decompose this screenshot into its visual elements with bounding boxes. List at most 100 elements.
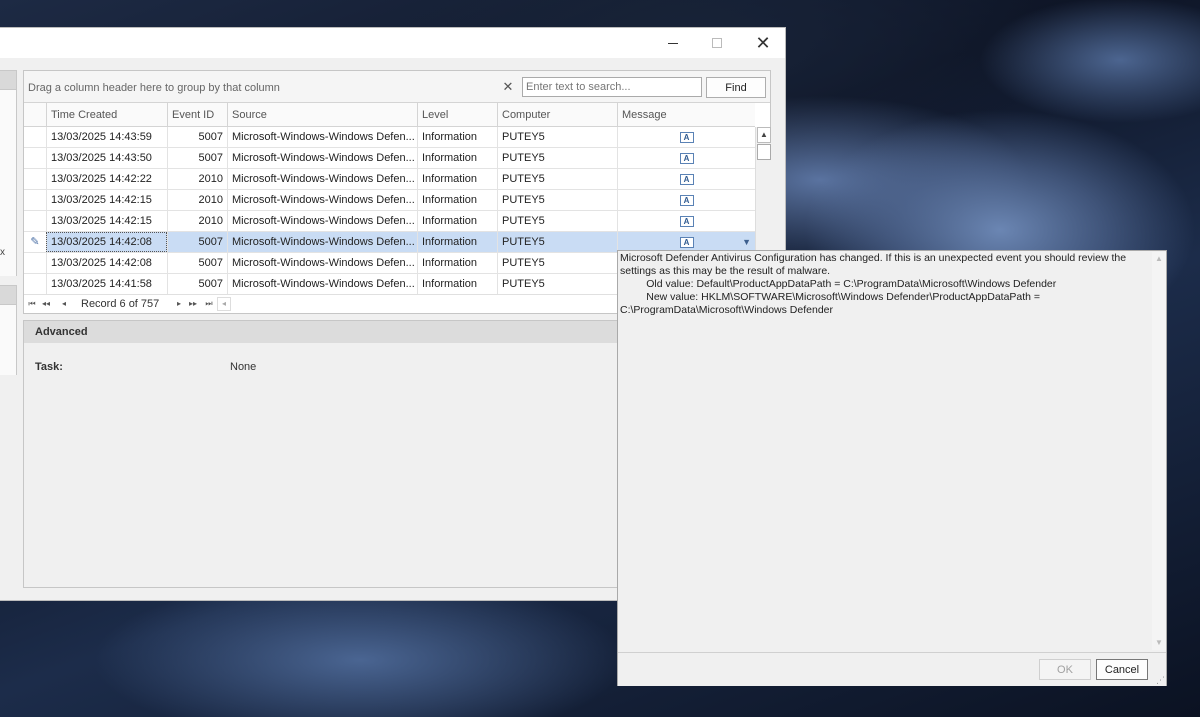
previous-page-icon[interactable]: ◂◂	[40, 297, 52, 311]
left-panel-header-2[interactable]	[0, 285, 17, 305]
cell-time-created[interactable]: 13/03/2025 14:42:22	[46, 169, 167, 189]
cell-event-id[interactable]: 5007	[167, 127, 227, 147]
cell-level[interactable]: Information	[417, 169, 497, 189]
message-scrollbar[interactable]: ▲ ▼	[1152, 252, 1166, 650]
message-text-icon[interactable]: A	[679, 131, 694, 143]
row-indicator[interactable]: ✎	[24, 232, 46, 252]
table-row[interactable]: 13/03/2025 14:43:50 5007 Microsoft-Windows…	[24, 148, 755, 169]
cell-message[interactable]: A	[617, 190, 755, 210]
cell-message[interactable]: A	[617, 127, 755, 147]
cell-time-created[interactable]: 13/03/2025 14:41:58	[46, 274, 167, 294]
cell-computer[interactable]: PUTEY5	[497, 232, 617, 252]
row-indicator[interactable]	[24, 253, 46, 273]
cell-event-id[interactable]: 2010	[167, 190, 227, 210]
row-indicator[interactable]	[24, 211, 46, 231]
message-text-icon[interactable]: A	[679, 173, 694, 185]
first-record-icon[interactable]: ⏮	[26, 297, 38, 311]
row-indicator[interactable]	[24, 148, 46, 168]
message-text-icon[interactable]: A	[679, 194, 694, 206]
row-indicator[interactable]	[24, 274, 46, 294]
message-text-icon[interactable]: A	[679, 152, 694, 164]
cell-computer[interactable]: PUTEY5	[497, 148, 617, 168]
cell-event-id[interactable]: 5007	[167, 232, 227, 252]
cell-source[interactable]: Microsoft-Windows-Windows Defen...	[227, 148, 417, 168]
column-header-message[interactable]: Message	[617, 103, 755, 127]
cell-level[interactable]: Information	[417, 148, 497, 168]
scroll-thumb[interactable]	[757, 144, 771, 160]
cell-time-created[interactable]: 13/03/2025 14:43:59	[46, 127, 167, 147]
table-row[interactable]: 13/03/2025 14:42:22 2010 Microsoft-Windows…	[24, 169, 755, 190]
cell-time-created[interactable]: 13/03/2025 14:43:50	[46, 148, 167, 168]
group-by-panel[interactable]: Drag a column header here to group by th…	[24, 71, 770, 103]
previous-record-icon[interactable]: ◂	[58, 297, 70, 311]
table-row[interactable]: 13/03/2025 14:42:15 2010 Microsoft-Windows…	[24, 190, 755, 211]
cell-computer[interactable]: PUTEY5	[497, 274, 617, 294]
maximize-button[interactable]	[694, 28, 740, 58]
cell-message[interactable]: A	[617, 211, 755, 231]
column-header-event-id[interactable]: Event ID	[167, 103, 227, 127]
row-indicator[interactable]	[24, 190, 46, 210]
cell-level[interactable]: Information	[417, 127, 497, 147]
cancel-button[interactable]: Cancel	[1096, 659, 1148, 680]
search-input[interactable]	[522, 77, 702, 97]
cell-time-created[interactable]: 13/03/2025 14:42:08	[46, 232, 167, 252]
row-indicator[interactable]	[24, 127, 46, 147]
cell-level[interactable]: Information	[417, 232, 497, 252]
cell-computer[interactable]: PUTEY5	[497, 211, 617, 231]
table-row[interactable]: 13/03/2025 14:42:15 2010 Microsoft-Windows…	[24, 211, 755, 232]
cell-level[interactable]: Information	[417, 274, 497, 294]
cell-computer[interactable]: PUTEY5	[497, 169, 617, 189]
cell-source[interactable]: Microsoft-Windows-Windows Defen...	[227, 190, 417, 210]
cell-time-created[interactable]: 13/03/2025 14:42:08	[46, 253, 167, 273]
cell-source[interactable]: Microsoft-Windows-Windows Defen...	[227, 274, 417, 294]
column-header-level[interactable]: Level	[417, 103, 497, 127]
cell-event-id[interactable]: 5007	[167, 148, 227, 168]
close-button[interactable]: ✕	[740, 28, 786, 58]
resize-grip-icon[interactable]: ⋰	[1155, 675, 1165, 685]
cell-event-id[interactable]: 5007	[167, 274, 227, 294]
ok-button[interactable]: OK	[1039, 659, 1091, 680]
cell-computer[interactable]: PUTEY5	[497, 253, 617, 273]
cell-event-id[interactable]: 2010	[167, 211, 227, 231]
cell-source[interactable]: Microsoft-Windows-Windows Defen...	[227, 211, 417, 231]
horizontal-scroll-left-icon[interactable]: ◂	[217, 297, 231, 311]
cell-computer[interactable]: PUTEY5	[497, 127, 617, 147]
cell-source[interactable]: Microsoft-Windows-Windows Defen...	[227, 253, 417, 273]
cell-source[interactable]: Microsoft-Windows-Windows Defen...	[227, 232, 417, 252]
row-indicator[interactable]	[24, 169, 46, 189]
cell-event-id[interactable]: 5007	[167, 253, 227, 273]
cell-source[interactable]: Microsoft-Windows-Windows Defen...	[227, 127, 417, 147]
next-page-icon[interactable]: ▸▸	[187, 297, 199, 311]
chevron-down-icon[interactable]: ▼	[742, 232, 751, 252]
message-text-icon[interactable]: A	[679, 236, 694, 248]
column-header-source[interactable]: Source	[227, 103, 417, 127]
close-icon: ✕	[755, 32, 771, 53]
last-record-icon[interactable]: ⏭	[203, 297, 215, 311]
column-header-computer[interactable]: Computer	[497, 103, 617, 127]
left-panel-2	[0, 305, 17, 375]
table-row[interactable]: 13/03/2025 14:43:59 5007 Microsoft-Windows…	[24, 127, 755, 148]
message-text[interactable]: Microsoft Defender Antivirus Configurati…	[619, 252, 1152, 650]
cell-event-id[interactable]: 2010	[167, 169, 227, 189]
cell-level[interactable]: Information	[417, 253, 497, 273]
cell-computer[interactable]: PUTEY5	[497, 190, 617, 210]
clear-search-icon[interactable]: ✕	[501, 79, 515, 95]
scroll-up-icon[interactable]: ▲	[1152, 252, 1166, 266]
cell-message[interactable]: A	[617, 148, 755, 168]
cell-time-created[interactable]: 13/03/2025 14:42:15	[46, 190, 167, 210]
scroll-down-icon[interactable]: ▼	[1152, 636, 1166, 650]
cell-time-created[interactable]: 13/03/2025 14:42:15	[46, 211, 167, 231]
minimize-button[interactable]	[650, 28, 696, 58]
find-button[interactable]: Find	[706, 77, 766, 98]
message-text-icon[interactable]: A	[679, 215, 694, 227]
cell-message[interactable]: A ▼	[617, 232, 755, 252]
title-bar[interactable]: ✕	[0, 28, 785, 58]
cell-level[interactable]: Information	[417, 211, 497, 231]
next-record-icon[interactable]: ▸	[173, 297, 185, 311]
cell-source[interactable]: Microsoft-Windows-Windows Defen...	[227, 169, 417, 189]
cell-message[interactable]: A	[617, 169, 755, 189]
left-panel-header[interactable]	[0, 70, 17, 90]
scroll-up-icon[interactable]: ▲	[757, 127, 771, 143]
column-header-time-created[interactable]: Time Created	[46, 103, 167, 127]
cell-level[interactable]: Information	[417, 190, 497, 210]
